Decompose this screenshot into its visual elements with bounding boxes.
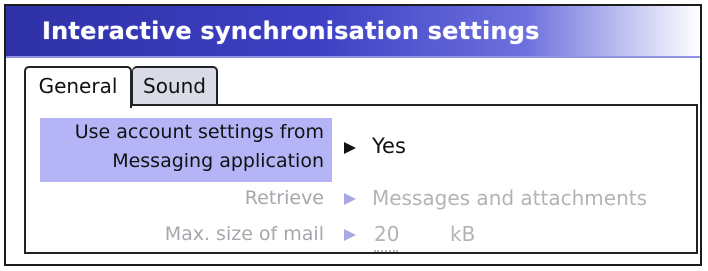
max-mail-size-unit: kB	[450, 222, 476, 246]
retrieve-value: Messages and attachments	[372, 186, 648, 210]
title-bar: Interactive synchronisation settings	[6, 6, 700, 58]
right-arrow-icon	[344, 229, 356, 241]
tab-general[interactable]: General	[24, 66, 132, 108]
use-account-settings-value[interactable]: Yes	[372, 134, 406, 158]
tab-sound[interactable]: Sound	[132, 66, 218, 104]
value-underline	[374, 250, 398, 252]
use-account-settings-label-line1: Use account settings from	[74, 121, 324, 143]
dialog-title: Interactive synchronisation settings	[42, 17, 540, 45]
right-arrow-icon	[344, 142, 356, 154]
right-arrow-icon	[344, 193, 356, 205]
retrieve-label: Retrieve	[244, 187, 324, 209]
use-account-settings-label-line2: Messaging application	[112, 150, 324, 172]
max-mail-size-value: 20	[374, 222, 400, 246]
max-mail-size-label: Max. size of mail	[164, 223, 324, 245]
